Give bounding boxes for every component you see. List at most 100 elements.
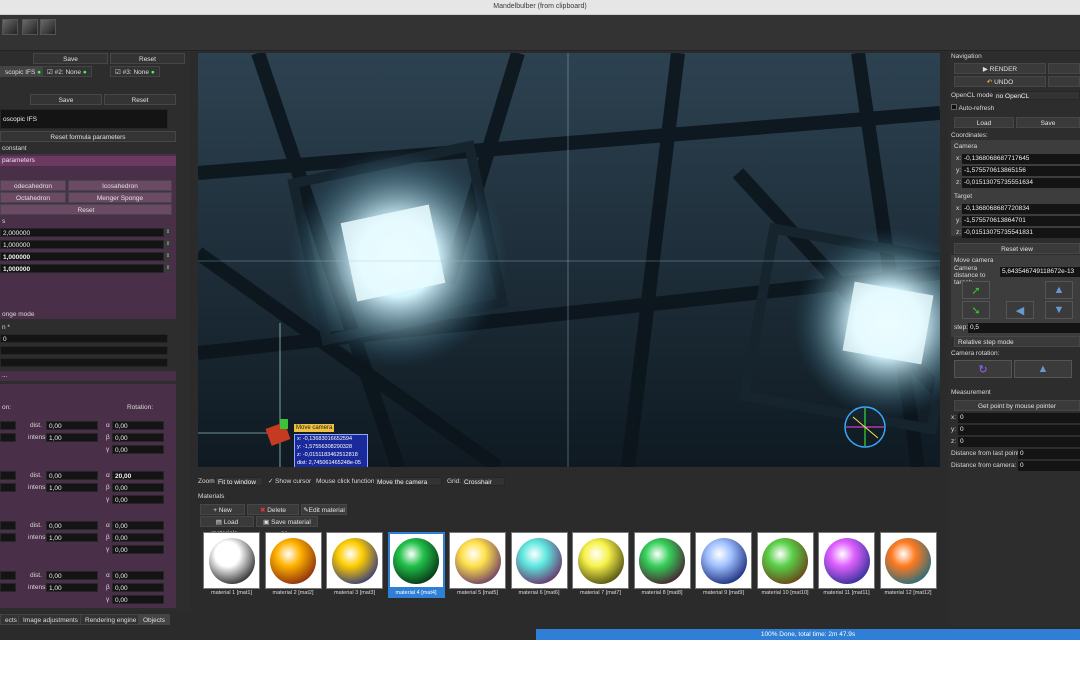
material-item[interactable]: material 7 [mat7] bbox=[572, 532, 629, 598]
light-intensity-field[interactable]: 1,00 bbox=[46, 483, 98, 492]
material-item[interactable]: material 10 [mat10] bbox=[756, 532, 814, 598]
menger-sponge-button[interactable]: Menger Sponge bbox=[68, 192, 172, 203]
light-dist-field[interactable]: 0,00 bbox=[46, 421, 98, 430]
undo-button[interactable]: ↶ UNDO bbox=[954, 76, 1046, 87]
image-icon[interactable] bbox=[40, 19, 56, 35]
light-gamma-field[interactable]: 0,00 bbox=[112, 595, 164, 604]
tab-objects[interactable]: Objects bbox=[138, 614, 171, 625]
zoom-select[interactable]: Fit to window bbox=[215, 477, 263, 486]
reset-formula-parameters-button[interactable]: Reset formula parameters bbox=[0, 131, 176, 142]
light-pos-field[interactable] bbox=[0, 421, 16, 430]
load-materials-button[interactable]: ▤ Load materials... bbox=[200, 516, 254, 537]
param-field-1[interactable]: 2,000000 bbox=[0, 228, 164, 237]
param-field-2[interactable]: 1,000000 bbox=[0, 240, 164, 249]
tab-rendering-engine[interactable]: Rendering engine bbox=[80, 614, 142, 625]
step-field[interactable]: 0,5 bbox=[968, 323, 1080, 333]
octahedron-button[interactable]: Octahedron bbox=[0, 192, 66, 203]
camera-z-field[interactable]: -0,01513075735551634 bbox=[962, 178, 1080, 188]
target-y-field[interactable]: -1,575570613864701 bbox=[962, 216, 1080, 226]
checkbox-icon[interactable]: ✓ bbox=[268, 477, 273, 486]
tab-formula-1[interactable]: scopic IFS ● bbox=[0, 66, 47, 77]
light-intensity-field[interactable]: 1,00 bbox=[46, 533, 98, 542]
move-backward-icon[interactable]: ➘ bbox=[962, 301, 990, 319]
light-beta-field[interactable]: 0,00 bbox=[112, 533, 164, 542]
light-beta-field[interactable]: 0,00 bbox=[112, 433, 164, 442]
light-gamma-field[interactable]: 0,00 bbox=[112, 445, 164, 454]
light-pos-field[interactable] bbox=[0, 571, 16, 580]
distance-camera-field[interactable]: 0 bbox=[1018, 461, 1080, 471]
param-field-3[interactable]: 1,000000 bbox=[0, 252, 164, 261]
image-icon[interactable] bbox=[2, 19, 18, 35]
save-formula-button[interactable]: Save bbox=[30, 94, 102, 105]
camera-x-field[interactable]: -0,1368068687717645 bbox=[962, 154, 1080, 164]
rotate-up-icon[interactable]: ▲ bbox=[1014, 360, 1072, 378]
distance-last-field[interactable]: 0 bbox=[1018, 449, 1080, 459]
camera-distance-field[interactable]: 5,643546749118672e-13 bbox=[1000, 267, 1080, 277]
material-item[interactable]: material 5 [mat5] bbox=[449, 532, 506, 598]
render-button[interactable]: ▶ RENDER bbox=[954, 63, 1046, 74]
light-alpha-field[interactable]: 0,00 bbox=[112, 521, 164, 530]
light-dist-field[interactable]: 0,00 bbox=[46, 521, 98, 530]
mouse-click-select[interactable]: Move the camera bbox=[374, 477, 442, 486]
dodecahedron-button[interactable]: odecahedron bbox=[0, 180, 66, 191]
load-button[interactable]: Load bbox=[954, 117, 1014, 128]
param-field-4[interactable]: 1,000000 bbox=[0, 264, 164, 273]
measure-z-field[interactable]: 0 bbox=[958, 437, 1080, 447]
section3-field[interactable]: 0 bbox=[0, 334, 168, 343]
section3-field-3[interactable] bbox=[0, 358, 168, 367]
target-x-field[interactable]: -0,1368068687720834 bbox=[962, 204, 1080, 214]
tab-image-adjustments[interactable]: Image adjustments bbox=[18, 614, 83, 625]
light-alpha-field[interactable]: 20,00 bbox=[112, 471, 164, 480]
opencl-select[interactable]: no OpenCL bbox=[993, 91, 1080, 100]
light-alpha-field[interactable]: 0,00 bbox=[112, 421, 164, 430]
light-alpha-field[interactable]: 0,00 bbox=[112, 571, 164, 580]
material-item[interactable]: material 3 [mat3] bbox=[326, 532, 383, 598]
rotate-icon[interactable]: ↻ bbox=[954, 360, 1012, 378]
reset-formula-button[interactable]: Reset bbox=[104, 94, 176, 105]
image-icon[interactable] bbox=[22, 19, 38, 35]
light-pos-field[interactable] bbox=[0, 533, 16, 542]
save-button[interactable]: Save bbox=[33, 53, 108, 64]
light-pos-field[interactable] bbox=[0, 521, 16, 530]
light-intensity-field[interactable]: 1,00 bbox=[46, 583, 98, 592]
material-item[interactable]: material 2 [mat2] bbox=[264, 532, 322, 598]
material-item[interactable]: material 8 [mat8] bbox=[633, 532, 691, 598]
spin-icon[interactable]: ⇕ bbox=[165, 252, 171, 261]
material-item[interactable]: material 1 [mat1] bbox=[203, 532, 260, 598]
light-beta-field[interactable]: 0,00 bbox=[112, 483, 164, 492]
measure-y-field[interactable]: 0 bbox=[958, 425, 1080, 435]
material-item[interactable]: material 4 [mat4] bbox=[387, 532, 445, 598]
icosahedron-button[interactable]: Icosahedron bbox=[68, 180, 172, 191]
section3-field-2[interactable] bbox=[0, 346, 168, 355]
render-viewport[interactable]: Move camera x: -0,13683016652594 y: -1,5… bbox=[198, 53, 940, 467]
redo-button[interactable] bbox=[1048, 76, 1080, 87]
save-material-as-button[interactable]: ▣ Save material as... bbox=[256, 516, 318, 537]
get-point-button[interactable]: Get point by mouse pointer bbox=[954, 400, 1080, 411]
move-down-icon[interactable]: ▼ bbox=[1045, 301, 1073, 319]
reset-view-button[interactable]: Reset view bbox=[954, 243, 1080, 254]
tab-formula-2[interactable]: ☑ #2: None ● bbox=[42, 66, 92, 77]
move-forward-icon[interactable]: ➚ bbox=[962, 281, 990, 299]
light-dist-field[interactable]: 0,00 bbox=[46, 471, 98, 480]
spin-icon[interactable]: ⇕ bbox=[165, 264, 171, 273]
material-item[interactable]: material 12 [mat12] bbox=[879, 532, 937, 598]
spin-icon[interactable]: ⇕ bbox=[165, 240, 171, 249]
new-material-button[interactable]: + New material bbox=[200, 504, 245, 525]
tab-formula-3[interactable]: ☑ #3: None ● bbox=[110, 66, 160, 77]
material-item[interactable]: material 9 [mat9] bbox=[695, 532, 752, 598]
spin-icon[interactable]: ⇕ bbox=[165, 228, 171, 237]
camera-y-field[interactable]: -1,575570613865156 bbox=[962, 166, 1080, 176]
light-gamma-field[interactable]: 0,00 bbox=[112, 495, 164, 504]
light-dist-field[interactable]: 0,00 bbox=[46, 571, 98, 580]
light-pos-field[interactable] bbox=[0, 483, 16, 492]
material-item[interactable]: material 11 [mat11] bbox=[818, 532, 875, 598]
delete-material-button[interactable]: ✖ Delete material bbox=[247, 504, 299, 525]
target-z-field[interactable]: -0,01513075735541831 bbox=[962, 228, 1080, 238]
material-item[interactable]: material 6 [mat6] bbox=[510, 532, 568, 598]
grid-select[interactable]: Crosshair bbox=[461, 477, 505, 486]
reset-shape-button[interactable]: Reset bbox=[0, 204, 172, 215]
light-pos-field[interactable] bbox=[0, 471, 16, 480]
save-button[interactable]: Save bbox=[1016, 117, 1080, 128]
light-beta-field[interactable]: 0,00 bbox=[112, 583, 164, 592]
light-gamma-field[interactable]: 0,00 bbox=[112, 545, 164, 554]
